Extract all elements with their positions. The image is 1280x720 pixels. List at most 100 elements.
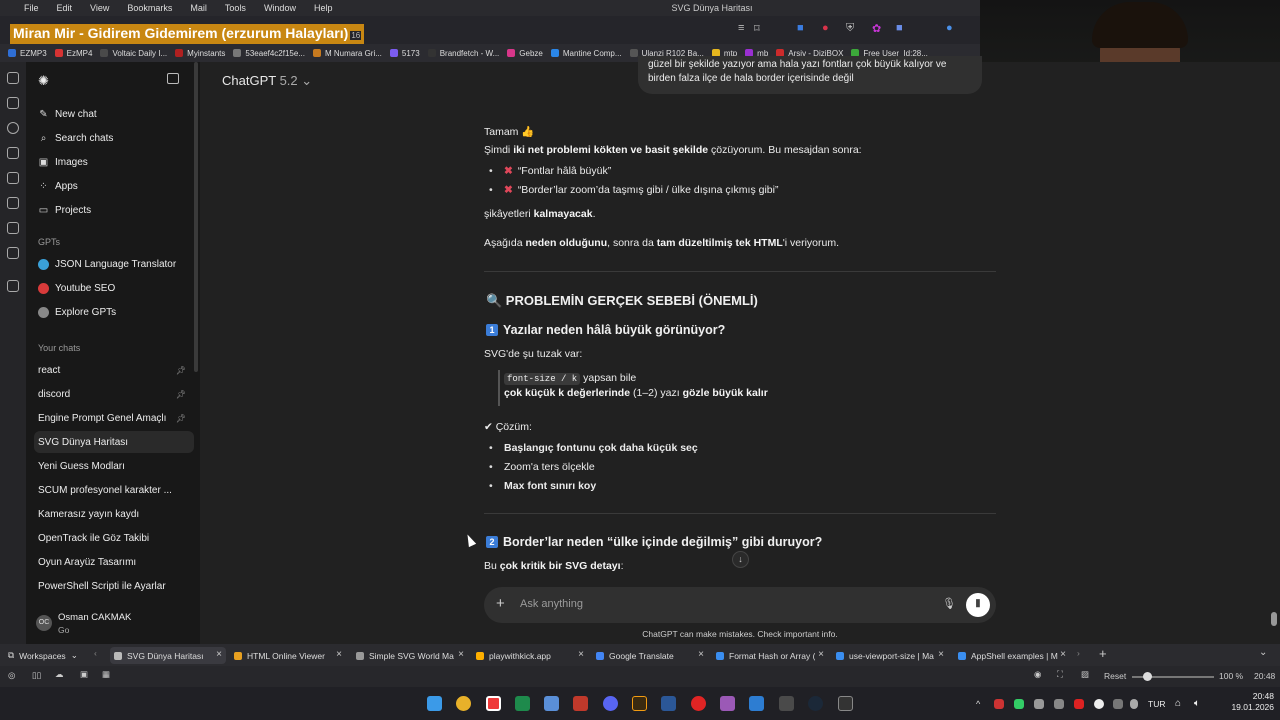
chat-history-item[interactable]: Kamerasız yayın kaydı (34, 503, 194, 525)
page-actions-icon[interactable]: ◉ (1034, 669, 1041, 680)
bookmark-item[interactable]: EZMP3 (8, 49, 47, 58)
gpt-item[interactable]: Youtube SEO (34, 277, 194, 299)
model-selector[interactable]: ChatGPT 5.2 ⌄ (222, 73, 312, 89)
tray-icon[interactable] (1113, 699, 1123, 709)
close-icon[interactable]: × (818, 649, 824, 660)
close-icon[interactable]: × (458, 649, 464, 660)
voice-mode-button[interactable]: ⦀ (966, 593, 990, 617)
screenshot-icon[interactable]: ⛶ (1057, 669, 1063, 680)
gpt-item[interactable]: Explore GPTs (34, 301, 194, 323)
microphone-icon[interactable]: 🎙︎ (942, 597, 956, 610)
terminal-icon[interactable] (515, 696, 530, 711)
app-icon[interactable] (661, 696, 676, 711)
tray-icon[interactable] (1074, 699, 1084, 709)
bookmark-item[interactable]: Brandfetch - W... (427, 49, 499, 58)
app-icon[interactable] (720, 696, 735, 711)
microphone-icon[interactable] (1130, 699, 1138, 709)
app-icon[interactable] (544, 696, 559, 711)
chat-history-item[interactable]: SVG Dünya Haritası (34, 431, 194, 453)
bookmark-item[interactable]: EzMP4 (54, 49, 92, 58)
illustrator-icon[interactable] (632, 696, 647, 711)
chat-history-item[interactable]: SCUM profesyonel karakter ... (34, 479, 194, 501)
calendar-icon[interactable]: ▦ (102, 669, 110, 680)
steam-icon[interactable] (808, 696, 823, 711)
taskbar-clock[interactable]: 20:48 19.01.2026 (1226, 691, 1274, 713)
extension-icon[interactable]: ● (822, 22, 829, 34)
page-scrollbar[interactable] (1271, 612, 1277, 626)
zoom-reset-button[interactable]: Reset (1104, 671, 1126, 681)
new-tab-button[interactable]: + (1099, 646, 1107, 661)
input-language[interactable]: TUR (1148, 699, 1165, 709)
image-toggle-icon[interactable]: ▨ (1081, 669, 1089, 680)
close-icon[interactable]: × (698, 649, 704, 660)
download-icon[interactable] (7, 97, 19, 109)
tab-overflow-icon[interactable]: ⌄ (1259, 647, 1267, 658)
sidebar-item-images[interactable]: ▣ Images (34, 151, 194, 173)
sidebar-scrollbar[interactable] (194, 62, 198, 372)
chat-history-item[interactable]: Engine Prompt Genel Amaçlı 📌︎ (34, 407, 194, 429)
chat-history-item[interactable]: PowerShell Scripti ile Ayarlar (34, 575, 194, 597)
bookmark-item[interactable]: 5173 (389, 49, 420, 58)
bookmark-item[interactable]: 53eaef4c2f15e... (233, 49, 305, 58)
sidebar-toggle-icon[interactable] (167, 73, 179, 84)
outlook-icon[interactable] (749, 696, 764, 711)
gpt-item[interactable]: JSON Language Translator (34, 253, 194, 275)
browser-tab[interactable]: use-viewport-size | Ma × (832, 647, 948, 664)
browser-tab[interactable]: Simple SVG World Ma × (352, 647, 468, 664)
menu-icon[interactable]: ≡ (738, 22, 744, 34)
tray-icon[interactable] (1054, 699, 1064, 709)
browser-tab[interactable]: AppShell examples | M × (954, 647, 1070, 664)
translate-icon[interactable] (7, 172, 19, 184)
close-icon[interactable]: × (938, 649, 944, 660)
chat-history-item[interactable]: OpenTrack ile Göz Takibi (34, 527, 194, 549)
close-icon[interactable]: × (336, 649, 342, 660)
bookmark-item[interactable]: Voltaic Daily I... (100, 49, 167, 58)
calendar-icon[interactable] (7, 222, 19, 234)
close-icon[interactable]: × (1060, 649, 1066, 660)
network-icon[interactable]: ⌂ (1175, 698, 1181, 709)
chevron-left-icon[interactable]: ‹ (94, 648, 97, 658)
chatgpt-icon[interactable] (838, 696, 853, 711)
tray-icon[interactable] (994, 699, 1004, 709)
browser-tab[interactable]: HTML Online Viewer × (230, 647, 346, 664)
discord-icon[interactable] (603, 696, 618, 711)
bookmark-item[interactable]: M Numara Gri... (313, 49, 382, 58)
scroll-down-button[interactable]: ↓ (732, 551, 749, 568)
add-panel-icon[interactable] (7, 280, 19, 292)
bookmark-panel-icon[interactable] (7, 72, 19, 84)
chevron-right-icon[interactable]: › (1077, 648, 1080, 658)
mail-icon[interactable] (7, 247, 19, 259)
panel-toggle-icon[interactable]: ◎ (8, 670, 15, 681)
reading-list-icon[interactable] (7, 197, 19, 209)
workspaces-button[interactable]: ⧉ Workspaces ⌄ (4, 647, 86, 664)
zoom-slider-thumb[interactable] (1143, 672, 1152, 681)
browser-tab[interactable]: Google Translate × (592, 647, 708, 664)
tray-icon[interactable] (1014, 699, 1024, 709)
openai-logo-icon[interactable]: ✺ (38, 73, 49, 89)
sidebar-item-apps[interactable]: ⁘ Apps (34, 175, 194, 197)
chat-history-item[interactable]: discord 📌︎ (34, 383, 194, 405)
chrome-icon[interactable] (456, 696, 471, 711)
app-icon[interactable] (779, 696, 794, 711)
close-icon[interactable]: × (216, 649, 222, 660)
history-icon[interactable] (7, 122, 19, 134)
chat-history-item[interactable]: Oyun Arayüz Tasarımı (34, 551, 194, 573)
bookmark-item[interactable]: Gebze (507, 49, 543, 58)
sidebar-item-new-chat[interactable]: ✎ New chat (34, 103, 194, 125)
tray-icon[interactable] (1094, 699, 1104, 709)
tray-expand-icon[interactable]: ^ (976, 699, 980, 709)
notes-icon[interactable] (7, 147, 19, 159)
tiling-icon[interactable]: ▯▯ (32, 670, 41, 681)
shield-icon[interactable]: ⛨ (846, 22, 854, 35)
browser-tab[interactable]: SVG Dünya Haritası × (110, 647, 226, 664)
tray-icon[interactable] (1034, 699, 1044, 709)
message-input[interactable]: Ask anything (520, 598, 583, 610)
capture-icon[interactable]: ▣ (80, 669, 88, 680)
extension-icon[interactable]: ■ (896, 22, 903, 34)
sidebar-item-projects[interactable]: ▭ Projects (34, 199, 194, 221)
chat-history-item[interactable]: Yeni Guess Modları (34, 455, 194, 477)
sidebar-item-search-chats[interactable]: ⌕ Search chats (34, 127, 194, 149)
bookmark-item[interactable]: Myinstants (175, 49, 225, 58)
close-icon[interactable]: × (578, 649, 584, 660)
vivaldi-icon[interactable] (486, 696, 501, 711)
